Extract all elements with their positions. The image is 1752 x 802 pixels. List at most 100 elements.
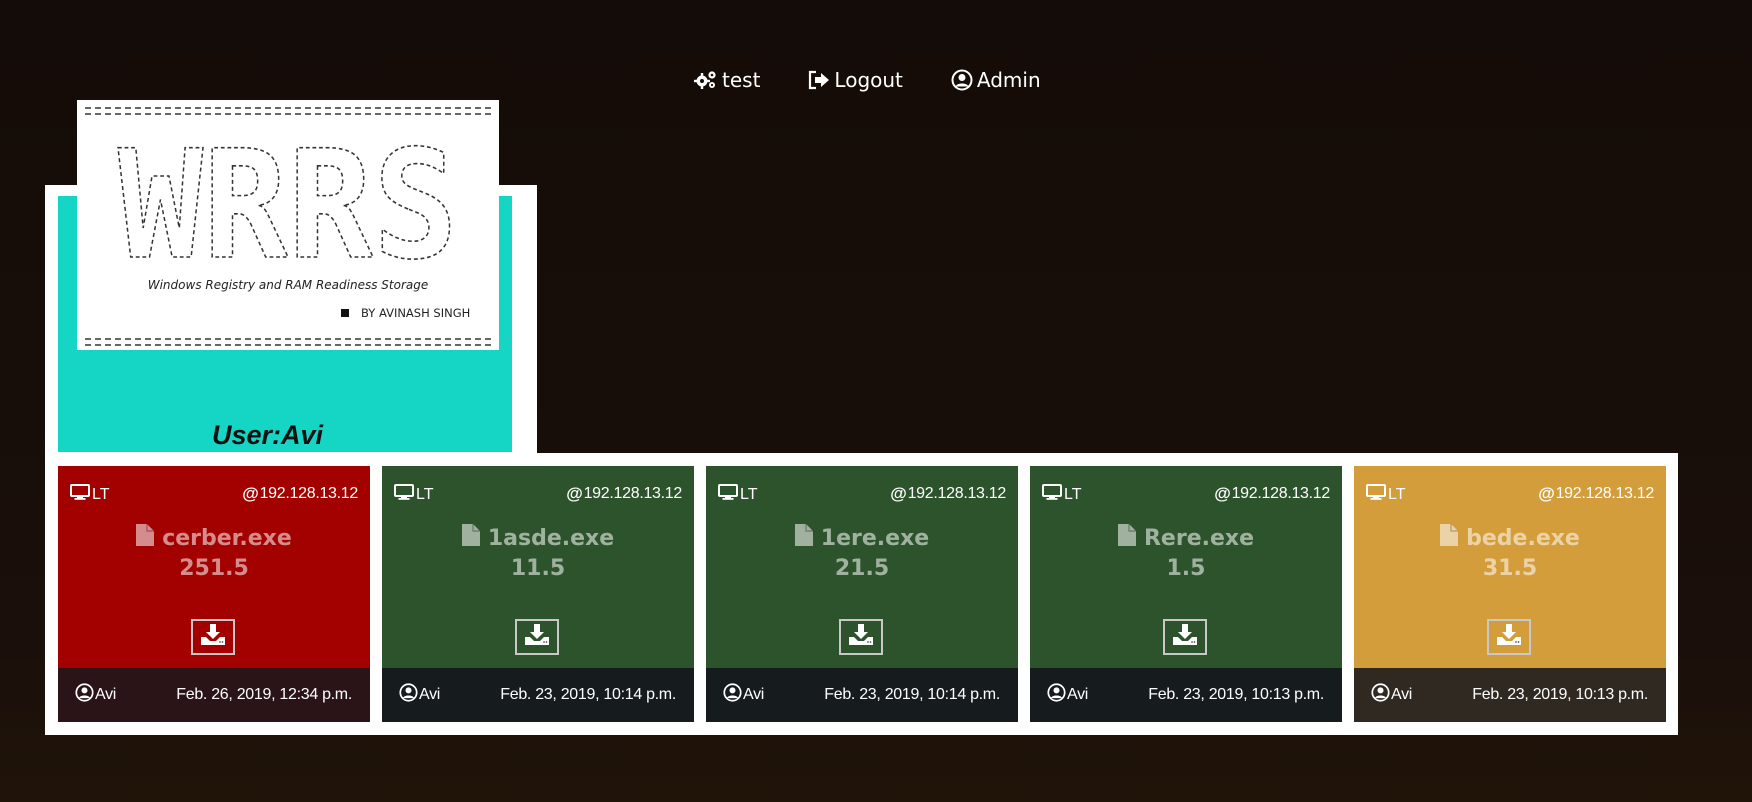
monitor-icon [1042, 484, 1062, 505]
bullet-square-icon [341, 309, 349, 317]
card-date: Feb. 23, 2019, 10:13 p.m. [1148, 686, 1324, 703]
card-ip: @ 192.128.13.12 [890, 484, 1006, 504]
card-ip-text: 192.128.13.12 [907, 485, 1007, 502]
nav-logout-link[interactable]: Logout [808, 68, 903, 92]
card-ip: @ 192.128.13.12 [1538, 484, 1654, 504]
logout-icon [808, 70, 830, 90]
card-body: LT @ 192.128.13.12 1asde.exe 11.5 [382, 466, 694, 668]
card-date: Feb. 23, 2019, 10:14 p.m. [824, 686, 1000, 703]
card-ip-text: 192.128.13.12 [583, 485, 683, 502]
user-circle-icon [951, 69, 973, 91]
file-card: LT @ 192.128.13.12 1asde.exe 11.5 Avi Fe… [382, 466, 694, 722]
monitor-icon [718, 484, 738, 505]
card-owner-name: Avi [1391, 686, 1413, 703]
card-date: Feb. 23, 2019, 10:13 p.m. [1472, 686, 1648, 703]
file-card: LT @ 192.128.13.12 cerber.exe 251.5 Avi … [58, 466, 370, 722]
file-card: LT @ 192.128.13.12 bede.exe 31.5 Avi Feb… [1354, 466, 1666, 722]
card-ip-text: 192.128.13.12 [1555, 485, 1655, 502]
gears-icon [694, 69, 718, 91]
nav-admin-label: Admin [976, 68, 1041, 92]
at-icon: @ [566, 484, 583, 503]
card-filename: bede.exe [1354, 524, 1666, 552]
card-owner: Avi [723, 683, 764, 707]
download-icon [523, 624, 551, 650]
card-size: 31.5 [1482, 556, 1538, 581]
card-filename: 1ere.exe [706, 524, 1018, 552]
logo-subtitle: Windows Registry and RAM Readiness Stora… [147, 278, 429, 292]
card-device-label: LT [92, 485, 110, 503]
card-size: 21.5 [834, 556, 890, 581]
file-icon [461, 524, 480, 552]
card-device-label: LT [416, 485, 434, 503]
file-card: LT @ 192.128.13.12 Rere.exe 1.5 Avi Feb.… [1030, 466, 1342, 722]
card-device: LT [1042, 484, 1081, 505]
card-filename-text: 1asde.exe [487, 525, 615, 551]
card-body: LT @ 192.128.13.12 Rere.exe 1.5 [1030, 466, 1342, 668]
card-device: LT [1366, 484, 1405, 505]
at-icon: @ [890, 484, 907, 503]
monitor-icon [1366, 484, 1386, 505]
download-button[interactable] [515, 619, 559, 655]
card-owner: Avi [75, 683, 116, 707]
download-icon [1171, 624, 1199, 650]
card-filename-text: bede.exe [1466, 525, 1580, 551]
file-icon [1117, 524, 1136, 552]
logo-author-text: BY AVINASH SINGH [361, 306, 471, 320]
card-footer: Avi Feb. 23, 2019, 10:13 p.m. [1354, 668, 1666, 722]
at-icon: @ [1538, 484, 1555, 503]
user-circle-icon [399, 683, 418, 707]
card-owner-name: Avi [419, 686, 441, 703]
card-owner-name: Avi [95, 686, 117, 703]
nav-admin-link[interactable]: Admin [951, 68, 1041, 92]
download-button[interactable] [1487, 619, 1531, 655]
user-circle-icon [75, 683, 94, 707]
user-label: User:Avi [212, 420, 324, 450]
card-filename-text: cerber.exe [162, 525, 292, 551]
card-ip-text: 192.128.13.12 [1231, 485, 1331, 502]
user-circle-icon [1371, 683, 1390, 707]
monitor-icon [394, 484, 414, 505]
card-footer: Avi Feb. 23, 2019, 10:14 p.m. [382, 668, 694, 722]
card-footer: Avi Feb. 23, 2019, 10:13 p.m. [1030, 668, 1342, 722]
download-button[interactable] [191, 619, 235, 655]
monitor-icon [70, 484, 90, 505]
logo-top-rule [85, 107, 491, 115]
card-device-label: LT [1388, 485, 1406, 503]
card-body: LT @ 192.128.13.12 bede.exe 31.5 [1354, 466, 1666, 668]
file-icon [136, 524, 155, 552]
logo-author: BY AVINASH SINGH [341, 306, 470, 320]
card-ip: @ 192.128.13.12 [1214, 484, 1330, 504]
card-device-label: LT [740, 485, 758, 503]
card-footer: Avi Feb. 23, 2019, 10:14 p.m. [706, 668, 1018, 722]
top-nav: test Logout Admin [694, 68, 1041, 92]
at-icon: @ [1214, 484, 1231, 503]
download-icon [847, 624, 875, 650]
card-filename: 1asde.exe [382, 524, 694, 552]
card-date: Feb. 26, 2019, 12:34 p.m. [176, 686, 352, 703]
card-device-label: LT [1064, 485, 1082, 503]
logo-bottom-rule [85, 338, 491, 346]
wrrs-ascii-art: WRRS [117, 124, 459, 272]
at-icon: @ [242, 484, 259, 503]
download-button[interactable] [1163, 619, 1207, 655]
card-footer: Avi Feb. 26, 2019, 12:34 p.m. [58, 668, 370, 722]
wrrs-logo: WRRS Windows Registry and RAM Readiness … [77, 100, 499, 350]
card-filename-text: Rere.exe [1143, 525, 1255, 551]
card-date: Feb. 23, 2019, 10:14 p.m. [500, 686, 676, 703]
nav-logout-label: Logout [834, 68, 903, 92]
card-device: LT [394, 484, 433, 505]
card-owner-name: Avi [1067, 686, 1089, 703]
card-filename: cerber.exe [58, 524, 370, 552]
user-circle-icon [1047, 683, 1066, 707]
download-button[interactable] [839, 619, 883, 655]
card-device: LT [718, 484, 757, 505]
nav-test-label: test [722, 68, 761, 92]
card-owner: Avi [1047, 683, 1088, 707]
logo-art-text: WRRS [118, 124, 458, 272]
nav-test-link[interactable]: test [694, 68, 760, 92]
download-icon [199, 624, 227, 650]
card-filename-text: 1ere.exe [820, 525, 930, 551]
card-owner: Avi [399, 683, 440, 707]
card-ip: @ 192.128.13.12 [242, 484, 358, 504]
file-icon [1440, 524, 1459, 552]
